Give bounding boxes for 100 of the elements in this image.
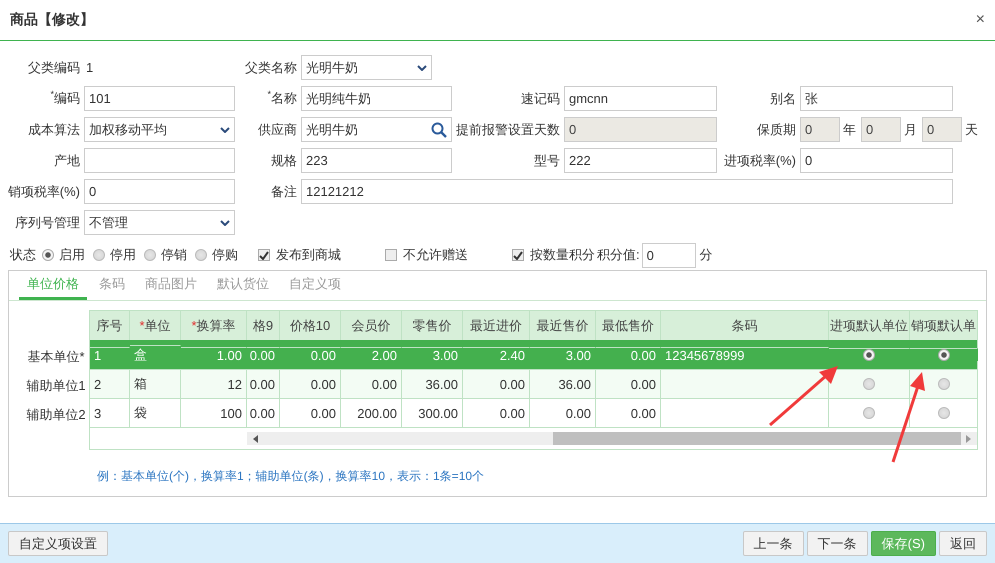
field-label: 规格 bbox=[270, 152, 297, 170]
field-label: 备注 bbox=[270, 182, 297, 200]
radio-label: 停销 bbox=[161, 246, 187, 264]
row-label: 辅助单位2 bbox=[25, 406, 87, 424]
footer-button[interactable]: 返回 bbox=[939, 531, 987, 556]
radio-button[interactable] bbox=[938, 378, 950, 390]
radio-button[interactable] bbox=[863, 349, 875, 361]
column-header: *单位 bbox=[130, 311, 181, 340]
table-cell: 0.00 bbox=[566, 406, 591, 420]
input-field[interactable]: 0 bbox=[564, 117, 717, 142]
unit-label: 分 bbox=[700, 246, 713, 264]
table-cell: 1 bbox=[94, 348, 102, 362]
table-cell: 0.00 bbox=[630, 348, 656, 362]
close-button[interactable]: × bbox=[976, 11, 985, 29]
radio-button[interactable] bbox=[938, 407, 950, 419]
table-cell: 3.00 bbox=[432, 348, 458, 362]
table-cell: 0.00 bbox=[310, 376, 336, 392]
search-field[interactable]: 光明牛奶 bbox=[301, 117, 452, 142]
column-header: 最低售价 bbox=[596, 311, 661, 340]
custom-settings-button[interactable]: 自定义项设置 bbox=[8, 531, 108, 556]
input-field[interactable]: 0 bbox=[922, 117, 962, 142]
footer-button[interactable]: 下一条 bbox=[806, 531, 868, 556]
table-cell: 0.00 bbox=[630, 406, 656, 420]
radio-button[interactable] bbox=[863, 378, 875, 390]
table-cell: 0.00 bbox=[500, 406, 525, 420]
radio-label: 启用 bbox=[59, 246, 85, 264]
search-icon bbox=[431, 122, 447, 138]
status-label: 状态 bbox=[10, 246, 36, 264]
checkbox-label: 发布到商城 bbox=[276, 246, 341, 264]
column-header: 进项默认单位 bbox=[829, 311, 910, 340]
table-row[interactable]: 2 箱 12 0.00 0.00 0.00 36.00 0.00 36.00 0.00 bbox=[90, 369, 977, 398]
input-field[interactable]: 0 bbox=[800, 117, 840, 142]
column-header: *换算率 bbox=[181, 311, 247, 340]
checkbox-label: 不允许赠送 bbox=[403, 246, 468, 264]
table-cell: 2.40 bbox=[500, 348, 525, 362]
hint-text: 例：基本单位(个)，换算率1；辅助单位(条)，换算率10，表示：1条=10个 bbox=[97, 468, 486, 485]
table-cell: 盒 bbox=[134, 346, 147, 364]
chevron-icon bbox=[220, 126, 230, 132]
table-cell: 0.00 bbox=[372, 376, 397, 392]
points-field[interactable]: 0 bbox=[642, 242, 696, 268]
field-label: 速记码 bbox=[520, 90, 560, 108]
field-label: 别名 bbox=[769, 90, 796, 108]
unit-label: 天 bbox=[965, 120, 978, 138]
table-cell: 0.00 bbox=[250, 348, 275, 362]
radio-button[interactable] bbox=[195, 249, 207, 261]
input-field[interactable]: 101 bbox=[84, 86, 235, 111]
input-field[interactable]: 张 bbox=[800, 86, 953, 111]
input-field[interactable]: gmcnn bbox=[564, 86, 717, 111]
input-field[interactable] bbox=[84, 148, 235, 173]
table-cell: 袋 bbox=[134, 404, 147, 422]
field-label: 父类编码 bbox=[27, 58, 80, 76]
column-header: 格9 bbox=[247, 311, 280, 340]
field-label: 父类名称 bbox=[244, 58, 297, 76]
radio-label: 停用 bbox=[110, 246, 136, 264]
field-label: $^{*}$编码 bbox=[49, 89, 80, 108]
annotation-arrow bbox=[769, 366, 838, 426]
column-header: 条码 bbox=[661, 311, 829, 340]
field-label: 成本算法 bbox=[27, 120, 80, 138]
footer-button[interactable]: 上一条 bbox=[742, 531, 804, 556]
row-label: 基本单位* bbox=[26, 348, 86, 366]
radio-button[interactable] bbox=[863, 407, 875, 419]
input-field[interactable]: 12121212 bbox=[301, 179, 953, 204]
input-field[interactable]: 0 bbox=[84, 179, 235, 204]
field-label: 销项税率(%) bbox=[6, 182, 80, 200]
table-cell: 36.00 bbox=[558, 376, 591, 392]
table-cell: 300.00 bbox=[418, 406, 458, 420]
input-field[interactable]: 0 bbox=[861, 117, 901, 142]
checkbox[interactable] bbox=[385, 249, 397, 261]
radio-label: 停购 bbox=[212, 246, 238, 264]
input-field[interactable]: 223 bbox=[301, 148, 452, 173]
input-field[interactable]: 光明纯牛奶 bbox=[301, 86, 452, 111]
column-header: 序号 bbox=[90, 311, 130, 340]
column-header: 最近进价 bbox=[463, 311, 530, 340]
radio-button[interactable] bbox=[938, 349, 950, 361]
field-label: 型号 bbox=[533, 152, 560, 170]
field-label: $^{*}$名称 bbox=[266, 89, 297, 108]
column-header: 价格10 bbox=[280, 311, 341, 340]
column-header: 零售价 bbox=[402, 311, 463, 340]
table-cell: 200.00 bbox=[357, 406, 397, 420]
table-cell: 12345678999 bbox=[665, 348, 745, 362]
table-cell: 3.00 bbox=[566, 348, 591, 362]
table-cell: 箱 bbox=[134, 375, 147, 393]
table-row[interactable]: 3 袋 100 0.00 0.00 200.00 300.00 0.00 0.00 0.00 bbox=[90, 398, 977, 427]
select-field[interactable]: 光明牛奶 bbox=[301, 55, 432, 80]
checkbox[interactable] bbox=[258, 249, 270, 261]
radio-button[interactable] bbox=[42, 249, 54, 261]
column-header: 会员价 bbox=[341, 311, 402, 340]
checkbox[interactable] bbox=[512, 249, 524, 261]
radio-button[interactable] bbox=[93, 249, 105, 261]
table-cell: 2 bbox=[94, 376, 102, 392]
chevron-icon bbox=[220, 220, 230, 226]
input-field[interactable]: 222 bbox=[564, 148, 717, 173]
unit-label: 月 bbox=[904, 120, 917, 138]
field-value: 1 bbox=[85, 60, 94, 75]
radio-button[interactable] bbox=[144, 249, 156, 261]
table-cell: 0.00 bbox=[630, 376, 656, 392]
input-field[interactable]: 0 bbox=[800, 148, 953, 173]
select-field[interactable]: 加权移动平均 bbox=[84, 117, 235, 142]
horizontal-scrollbar[interactable] bbox=[247, 432, 977, 445]
select-field[interactable]: 不管理 bbox=[84, 210, 235, 235]
